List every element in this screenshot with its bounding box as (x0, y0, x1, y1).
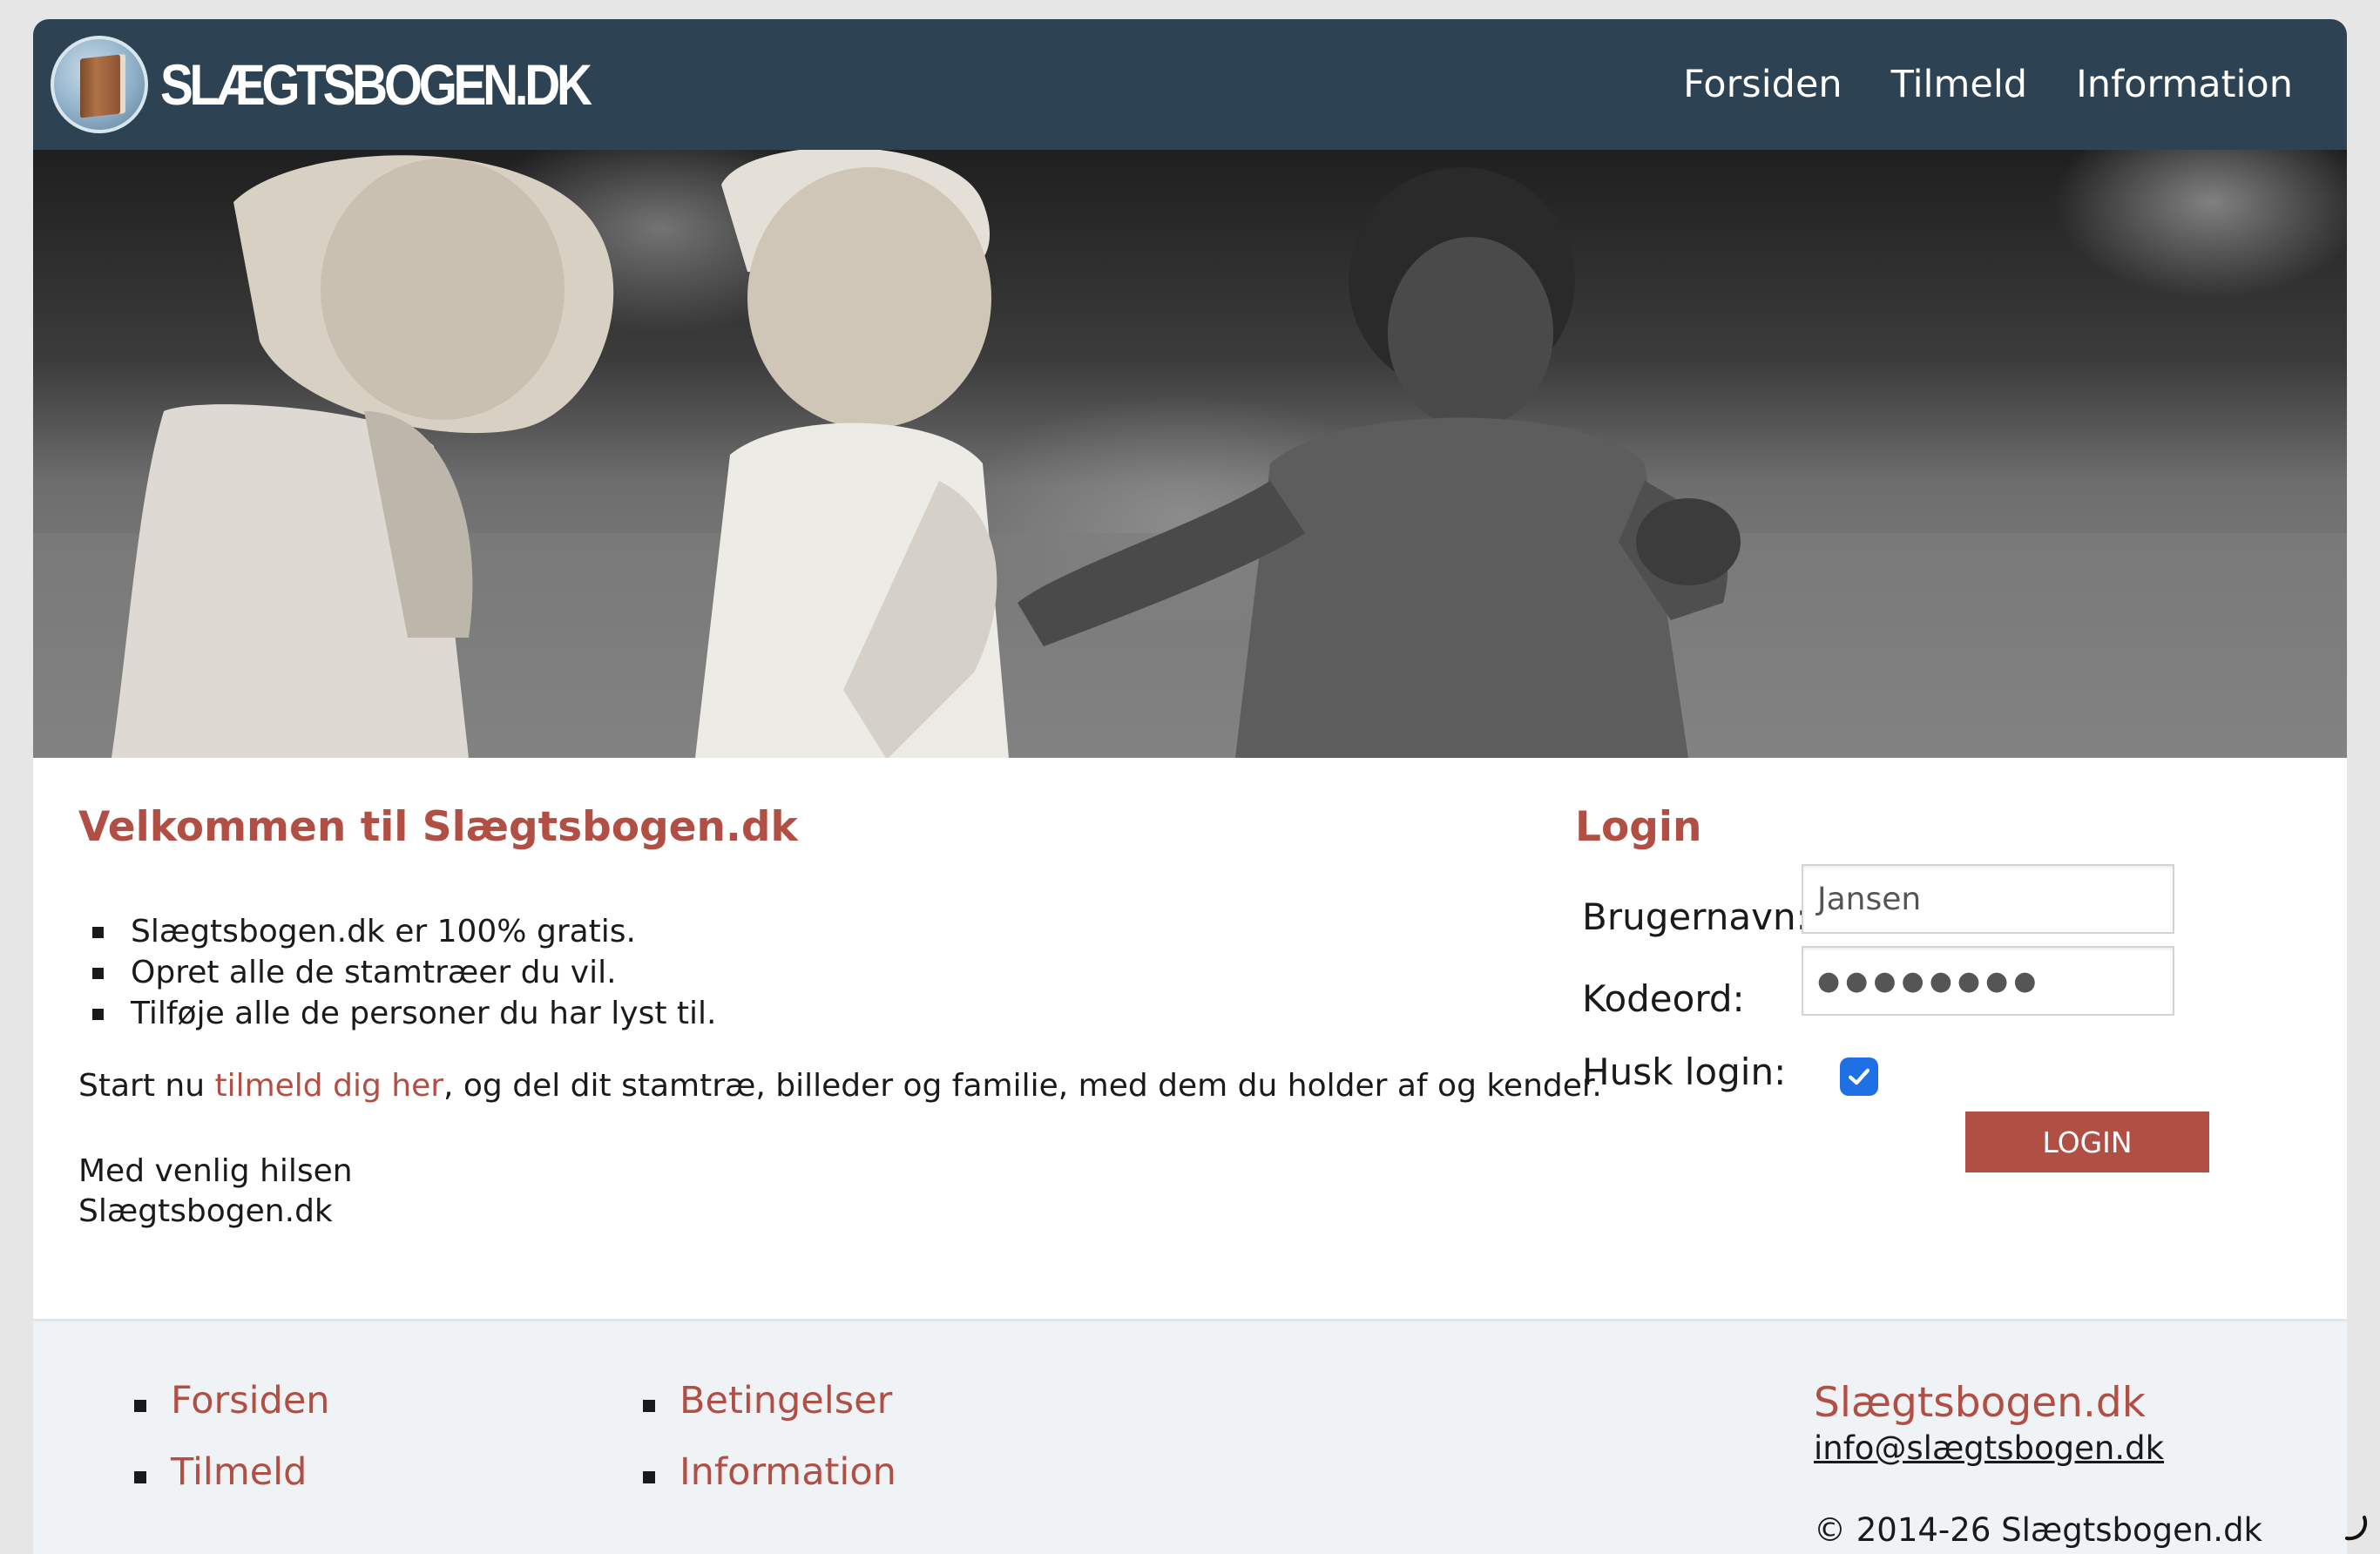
nav-link-forsiden[interactable]: Forsiden (1683, 63, 1842, 106)
signup-link[interactable]: tilmeld dig her (214, 1068, 443, 1104)
password-input[interactable]: ●●●●●●●● (1802, 946, 2174, 1016)
site-footer: Forsiden Tilmeld Betingelser Information… (33, 1319, 2347, 1554)
footer-brand: Slægtsbogen.dk (1814, 1379, 2146, 1427)
checkmark-icon (1848, 1068, 1870, 1085)
intro-text-start: Start nu (78, 1068, 215, 1104)
welcome-title: Velkommen til Slægtsbogen.dk (78, 803, 798, 851)
book-globe-logo-icon (51, 36, 148, 133)
hero-photo (33, 150, 2347, 758)
footer-link-betingelser[interactable]: Betingelser (680, 1379, 892, 1422)
logo-text: SLÆGTSBOGEN.DK (160, 52, 592, 117)
remember-login-label: Husk login: (1582, 1051, 1787, 1093)
signoff-signature: Slægtsbogen.dk (78, 1193, 333, 1229)
main-nav: Forsiden Tilmeld Information (1683, 19, 2293, 150)
footer-link-tilmeld[interactable]: Tilmeld (171, 1450, 307, 1494)
page: SLÆGTSBOGEN.DK Forsiden Tilmeld Informat… (33, 19, 2347, 1554)
list-item: Opret alle de stamtræer du vil. (92, 952, 717, 993)
list-item: Tilføje alle de personer du har lyst til… (92, 993, 717, 1034)
login-button[interactable]: LOGIN (1965, 1111, 2209, 1172)
feature-list: Slægtsbogen.dk er 100% gratis. Opret all… (92, 911, 717, 1034)
bullet (643, 1400, 655, 1412)
bullet (134, 1400, 146, 1412)
password-label: Kodeord: (1582, 977, 1745, 1020)
login-title: Login (1575, 803, 1702, 851)
intro-text-end: , og del dit stamtræ, billeder og famili… (443, 1068, 1602, 1104)
signoff: Med venlig hilsen Slægtsbogen.dk (78, 1152, 353, 1232)
bullet (134, 1471, 146, 1483)
footer-link-information[interactable]: Information (680, 1450, 896, 1494)
boy-figure (695, 150, 1009, 758)
bullet (643, 1471, 655, 1483)
footer-copyright: © 2014-26 Slægtsbogen.dk (1814, 1511, 2262, 1549)
site-logo[interactable]: SLÆGTSBOGEN.DK (51, 35, 659, 134)
intro-text: Start nu tilmeld dig her, og del dit sta… (78, 1066, 1602, 1106)
list-item: Slægtsbogen.dk er 100% gratis. (92, 911, 717, 952)
nav-link-information[interactable]: Information (2076, 63, 2293, 106)
site-header: SLÆGTSBOGEN.DK Forsiden Tilmeld Informat… (33, 19, 2347, 150)
remember-login-checkbox[interactable] (1840, 1057, 1878, 1096)
username-label: Brugernavn: (1582, 895, 1809, 938)
hero-image (33, 150, 2347, 758)
loading-spinner-icon (2345, 1516, 2368, 1541)
footer-email-link[interactable]: info@slægtsbogen.dk (1814, 1429, 2164, 1467)
signoff-greeting: Med venlig hilsen (78, 1153, 353, 1189)
nav-link-tilmeld[interactable]: Tilmeld (1891, 63, 2027, 106)
footer-link-forsiden[interactable]: Forsiden (171, 1379, 330, 1422)
username-input[interactable]: Jansen (1802, 864, 2174, 934)
